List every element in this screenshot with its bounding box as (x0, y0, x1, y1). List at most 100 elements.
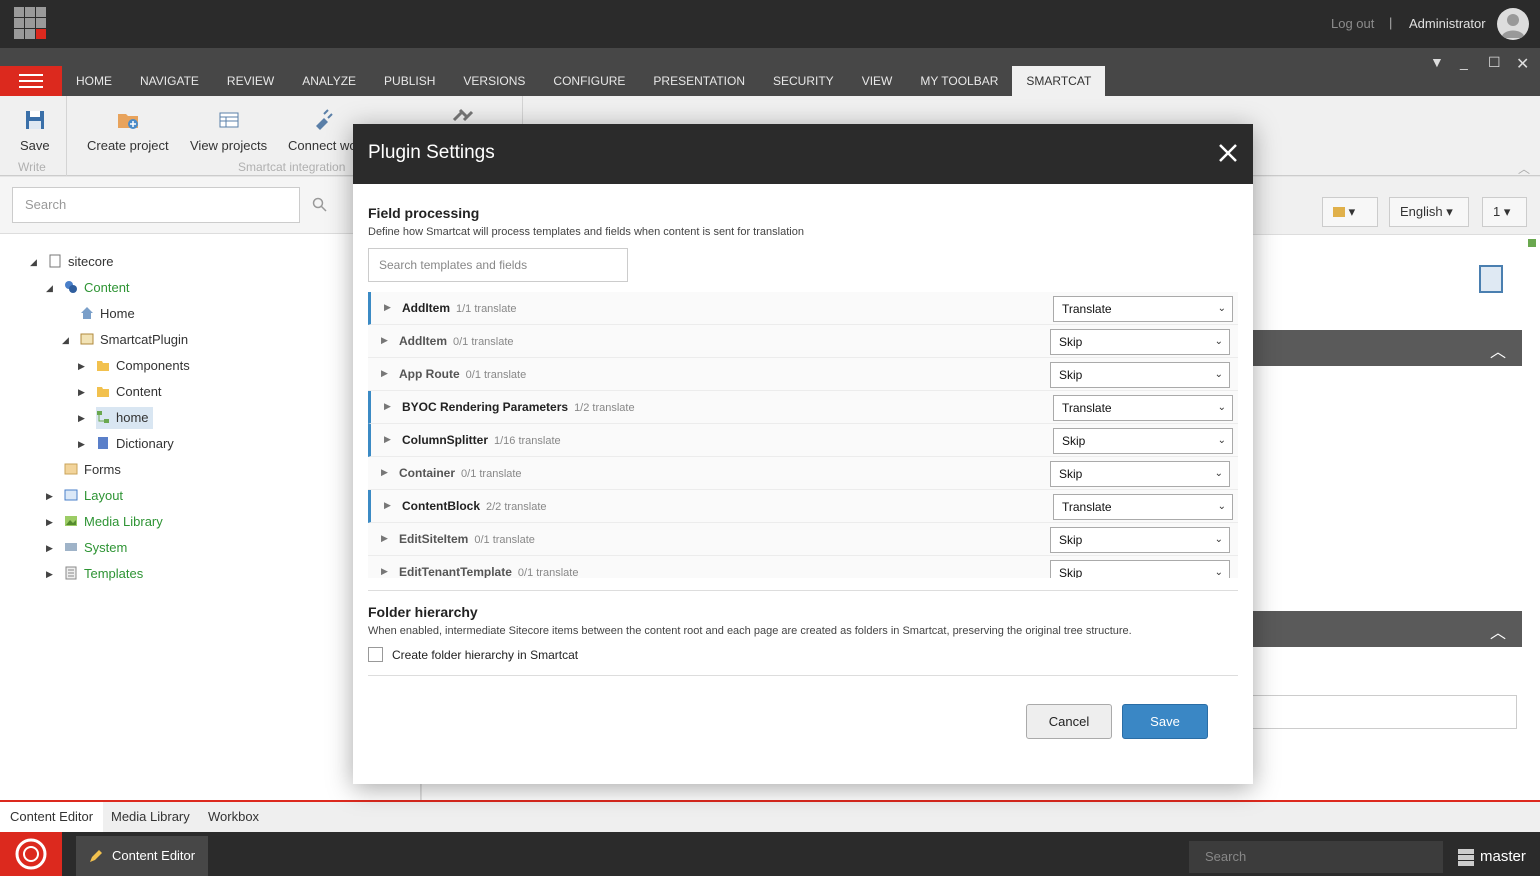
tree-item-forms[interactable]: Forms (64, 459, 121, 481)
action-select[interactable]: Skip ⌄ (1050, 329, 1230, 355)
templates-search-input[interactable]: Search templates and fields (368, 248, 628, 282)
sitecore-logo-icon[interactable] (0, 832, 62, 876)
collapse-arrow-icon[interactable]: ▶ (46, 563, 53, 585)
language-dropdown[interactable]: English ▾ (1389, 197, 1469, 227)
folder-hierarchy-label[interactable]: Create folder hierarchy in Smartcat (392, 648, 578, 662)
tree-item-content[interactable]: ◢ Content (46, 277, 130, 299)
section-header[interactable]: ︿ (1252, 330, 1522, 366)
tab-my-toolbar[interactable]: MY TOOLBAR (906, 66, 1012, 96)
field-input[interactable] (1252, 695, 1517, 729)
expand-arrow-icon[interactable]: ◢ (30, 251, 37, 273)
tree-item-content-folder[interactable]: ▶ Content (78, 381, 162, 403)
template-row[interactable]: ▶ BYOC Rendering Parameters 1/2 translate T… (368, 391, 1238, 424)
tab-home[interactable]: HOME (62, 66, 126, 96)
create-project-button[interactable]: Create project (87, 108, 169, 153)
tools-icon[interactable] (452, 108, 474, 122)
tab-analyze[interactable]: ANALYZE (288, 66, 370, 96)
expand-arrow-icon[interactable]: ▶ (381, 566, 388, 577)
search-icon[interactable] (312, 197, 328, 213)
menu-icon[interactable] (0, 66, 62, 96)
expand-arrow-icon[interactable]: ▶ (381, 467, 388, 478)
tab-security[interactable]: SECURITY (759, 66, 848, 96)
tree-item-system[interactable]: ▶ System (46, 537, 127, 559)
collapse-arrow-icon[interactable]: ▶ (78, 381, 85, 403)
expand-arrow-icon[interactable]: ▶ (381, 368, 388, 379)
connect-button[interactable]: Connect wo (288, 108, 357, 153)
tree-item-sitecore[interactable]: ◢ sitecore (30, 251, 114, 273)
chevron-down-icon[interactable]: ▼ (1430, 54, 1444, 70)
tab-content-editor[interactable]: Content Editor (0, 802, 104, 832)
expand-arrow-icon[interactable]: ▶ (384, 401, 391, 412)
action-select[interactable]: Translate ⌄ (1053, 296, 1233, 322)
collapse-arrow-icon[interactable]: ▶ (46, 485, 53, 507)
tree-item-smartcatplugin[interactable]: ◢ SmartcatPlugin (62, 329, 188, 351)
template-row[interactable]: ▶ Container 0/1 translate Skip ⌄ (368, 457, 1238, 490)
cancel-button[interactable]: Cancel (1026, 704, 1112, 739)
logout-link[interactable]: Log out (1331, 16, 1374, 31)
tree-item-templates[interactable]: ▶ Templates (46, 563, 143, 585)
tree-item-home-selected[interactable]: ▶ home (78, 407, 153, 429)
section-header[interactable]: ︿ (1252, 611, 1522, 647)
tree-item-dictionary[interactable]: ▶ Dictionary (78, 433, 174, 455)
tree-item-components[interactable]: ▶ Components (78, 355, 190, 377)
user-name[interactable]: Administrator (1409, 16, 1486, 31)
expand-arrow-icon[interactable]: ▶ (384, 302, 391, 313)
version-dropdown[interactable]: 1 ▾ (1482, 197, 1527, 227)
tab-view[interactable]: VIEW (848, 66, 907, 96)
folder-hierarchy-checkbox[interactable] (368, 647, 383, 662)
chevron-up-icon[interactable]: ︿ (1490, 619, 1506, 643)
action-select[interactable]: Skip ⌄ (1050, 461, 1230, 487)
template-row[interactable]: ▶ ContentBlock 2/2 translate Translate ⌄ (368, 490, 1238, 523)
action-select[interactable]: Skip ⌄ (1053, 428, 1233, 454)
close-icon[interactable]: ✕ (1516, 54, 1529, 74)
tab-workbox[interactable]: Workbox (198, 802, 269, 832)
save-button[interactable]: Save (1122, 704, 1208, 739)
close-icon[interactable] (1217, 142, 1239, 164)
chevron-up-icon[interactable]: ︿ (1490, 338, 1506, 362)
database-name[interactable]: master (1480, 848, 1526, 865)
collapse-arrow-icon[interactable]: ▶ (46, 511, 53, 533)
collapse-arrow-icon[interactable]: ▶ (46, 537, 53, 559)
tab-navigate[interactable]: NAVIGATE (126, 66, 213, 96)
expand-arrow-icon[interactable]: ▶ (381, 533, 388, 544)
maximize-icon[interactable]: ☐ (1488, 54, 1501, 71)
collapse-ribbon-icon[interactable]: ︿ (1518, 160, 1530, 177)
collapse-arrow-icon[interactable]: ▶ (78, 433, 85, 455)
template-row[interactable]: ▶ App Route 0/1 translate Skip ⌄ (368, 358, 1238, 391)
tab-publish[interactable]: PUBLISH (370, 66, 449, 96)
expand-arrow-icon[interactable]: ◢ (62, 329, 69, 351)
action-select[interactable]: Skip ⌄ (1050, 362, 1230, 388)
tab-configure[interactable]: CONFIGURE (539, 66, 639, 96)
tab-smartcat[interactable]: SMARTCAT (1012, 66, 1106, 96)
view-projects-button[interactable]: View projects (190, 108, 267, 153)
tab-media-library[interactable]: Media Library (101, 802, 200, 832)
action-select[interactable]: Skip ⌄ (1050, 527, 1230, 553)
action-select[interactable]: Translate ⌄ (1053, 494, 1233, 520)
action-select[interactable]: Translate ⌄ (1053, 395, 1233, 421)
app-launcher-icon[interactable] (14, 7, 46, 39)
view-dropdown[interactable]: ▾ (1322, 197, 1378, 227)
tree-item-layout[interactable]: ▶ Layout (46, 485, 123, 507)
global-search-input[interactable]: Search (1189, 841, 1443, 873)
template-row[interactable]: ▶ EditSiteItem 0/1 translate Skip ⌄ (368, 523, 1238, 556)
action-select[interactable]: Skip ⌄ (1050, 560, 1230, 578)
template-row[interactable]: ▶ ColumnSplitter 1/16 translate Skip ⌄ (368, 424, 1238, 457)
save-button[interactable]: Save (20, 108, 50, 153)
expand-arrow-icon[interactable]: ◢ (46, 277, 53, 299)
tab-presentation[interactable]: PRESENTATION (639, 66, 759, 96)
collapse-arrow-icon[interactable]: ▶ (78, 407, 85, 429)
expand-arrow-icon[interactable]: ▶ (381, 335, 388, 346)
tree-search-input[interactable]: Search (12, 187, 300, 223)
template-row[interactable]: ▶ AddItem 1/1 translate Translate ⌄ (368, 292, 1238, 325)
tab-versions[interactable]: VERSIONS (449, 66, 539, 96)
expand-arrow-icon[interactable]: ▶ (384, 500, 391, 511)
template-row[interactable]: ▶ EditTenantTemplate 0/1 translate Skip ⌄ (368, 556, 1238, 578)
collapse-arrow-icon[interactable]: ▶ (78, 355, 85, 377)
expand-arrow-icon[interactable]: ▶ (384, 434, 391, 445)
taskbar-content-editor[interactable]: Content Editor (76, 836, 208, 876)
minimize-icon[interactable]: _ (1460, 54, 1468, 70)
tree-item-home[interactable]: Home (80, 303, 135, 325)
tree-item-media-library[interactable]: ▶ Media Library (46, 511, 163, 533)
avatar[interactable] (1497, 8, 1529, 40)
template-row[interactable]: ▶ AddItem 0/1 translate Skip ⌄ (368, 325, 1238, 358)
